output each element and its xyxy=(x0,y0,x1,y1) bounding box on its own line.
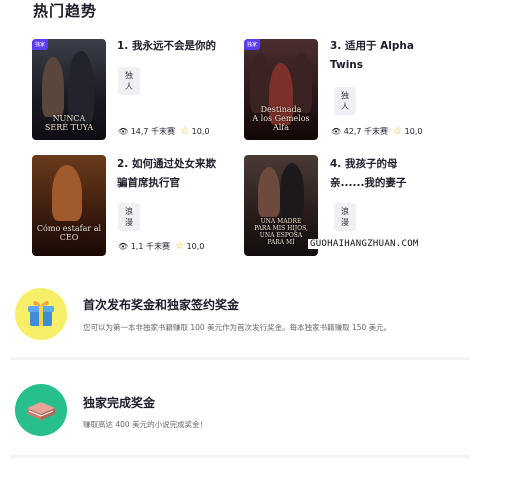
book-title[interactable]: 2. 如何通过处女来欺骗首席执行官 xyxy=(117,155,221,193)
bonus-icon-circle xyxy=(15,384,67,436)
book-cover[interactable]: 独家 NUNCA SERÉ TUYA xyxy=(32,39,106,140)
genre-tag[interactable]: 浪漫 xyxy=(334,203,356,231)
gift-icon xyxy=(28,301,54,326)
genre-tag[interactable]: 独人 xyxy=(334,87,356,115)
rating: 10,0 xyxy=(191,127,210,136)
cover-title: Destinada A los Gemelos Alfa xyxy=(252,105,310,132)
bonus-desc: 您可以为第一本非独家书籍赚取 100 美元作为首次发行奖金。每本独家书籍赚取 1… xyxy=(83,323,392,332)
bonus-desc: 赚取高达 400 美元的小说完成奖金！ xyxy=(83,420,208,429)
book-title[interactable]: 1. 我永远不会是你的 xyxy=(117,37,221,56)
cover-title: Cómo estafar al CEO xyxy=(36,224,102,242)
book-title[interactable]: 4. 我孩子的母亲......我的妻子 xyxy=(330,155,430,193)
book-cover[interactable]: 独家 Destinada A los Gemelos Alfa xyxy=(244,39,318,140)
star-icon: ☆ xyxy=(180,126,190,137)
genre-tag[interactable]: 独人 xyxy=(118,67,140,95)
book-stats: 👁 42,7 千末赛 ☆ 10,0 xyxy=(331,126,422,137)
read-count: 14,7 千末赛 xyxy=(130,127,176,136)
eye-icon: 👁 xyxy=(118,127,129,136)
cover-title: NUNCA SERÉ TUYA xyxy=(44,114,94,132)
read-count: 1,1 千末赛 xyxy=(130,242,170,251)
divider xyxy=(10,357,470,360)
divider xyxy=(10,455,470,458)
cover-title: UNA MADRE PARA MIS HIJOS, UNA ESPOSA PARA M… xyxy=(254,218,308,246)
genre-tag[interactable]: 浪漫 xyxy=(118,203,140,231)
book-stats: 👁 14,7 千末赛 ☆ 10,0 xyxy=(118,126,209,137)
star-icon: ☆ xyxy=(393,126,403,137)
exclusive-badge: 独家 xyxy=(244,39,261,50)
book-stats: 👁 1,1 千末赛 ☆ 10,0 xyxy=(118,241,204,252)
watermark: GUOHAIHANGZHUAN.COM xyxy=(308,239,421,249)
rating: 10,0 xyxy=(404,127,423,136)
section-title: 热门趋势 xyxy=(33,2,98,20)
bonus-title: 首次发布奖金和独家签约奖金 xyxy=(83,298,240,312)
book-icon xyxy=(27,402,55,420)
star-icon: ☆ xyxy=(175,241,185,252)
book-title[interactable]: 3. 适用于 Alpha Twins xyxy=(330,37,426,75)
bonus-icon-circle xyxy=(15,288,67,340)
book-cover[interactable]: UNA MADRE PARA MIS HIJOS, UNA ESPOSA PARA M… xyxy=(244,155,318,256)
eye-icon: 👁 xyxy=(331,127,342,136)
rating: 10,0 xyxy=(186,242,205,251)
bonus-title: 独家完成奖金 xyxy=(83,396,156,410)
book-cover[interactable]: Cómo estafar al CEO xyxy=(32,155,106,256)
eye-icon: 👁 xyxy=(118,242,129,251)
exclusive-badge: 独家 xyxy=(32,39,49,50)
read-count: 42,7 千末赛 xyxy=(343,127,389,136)
